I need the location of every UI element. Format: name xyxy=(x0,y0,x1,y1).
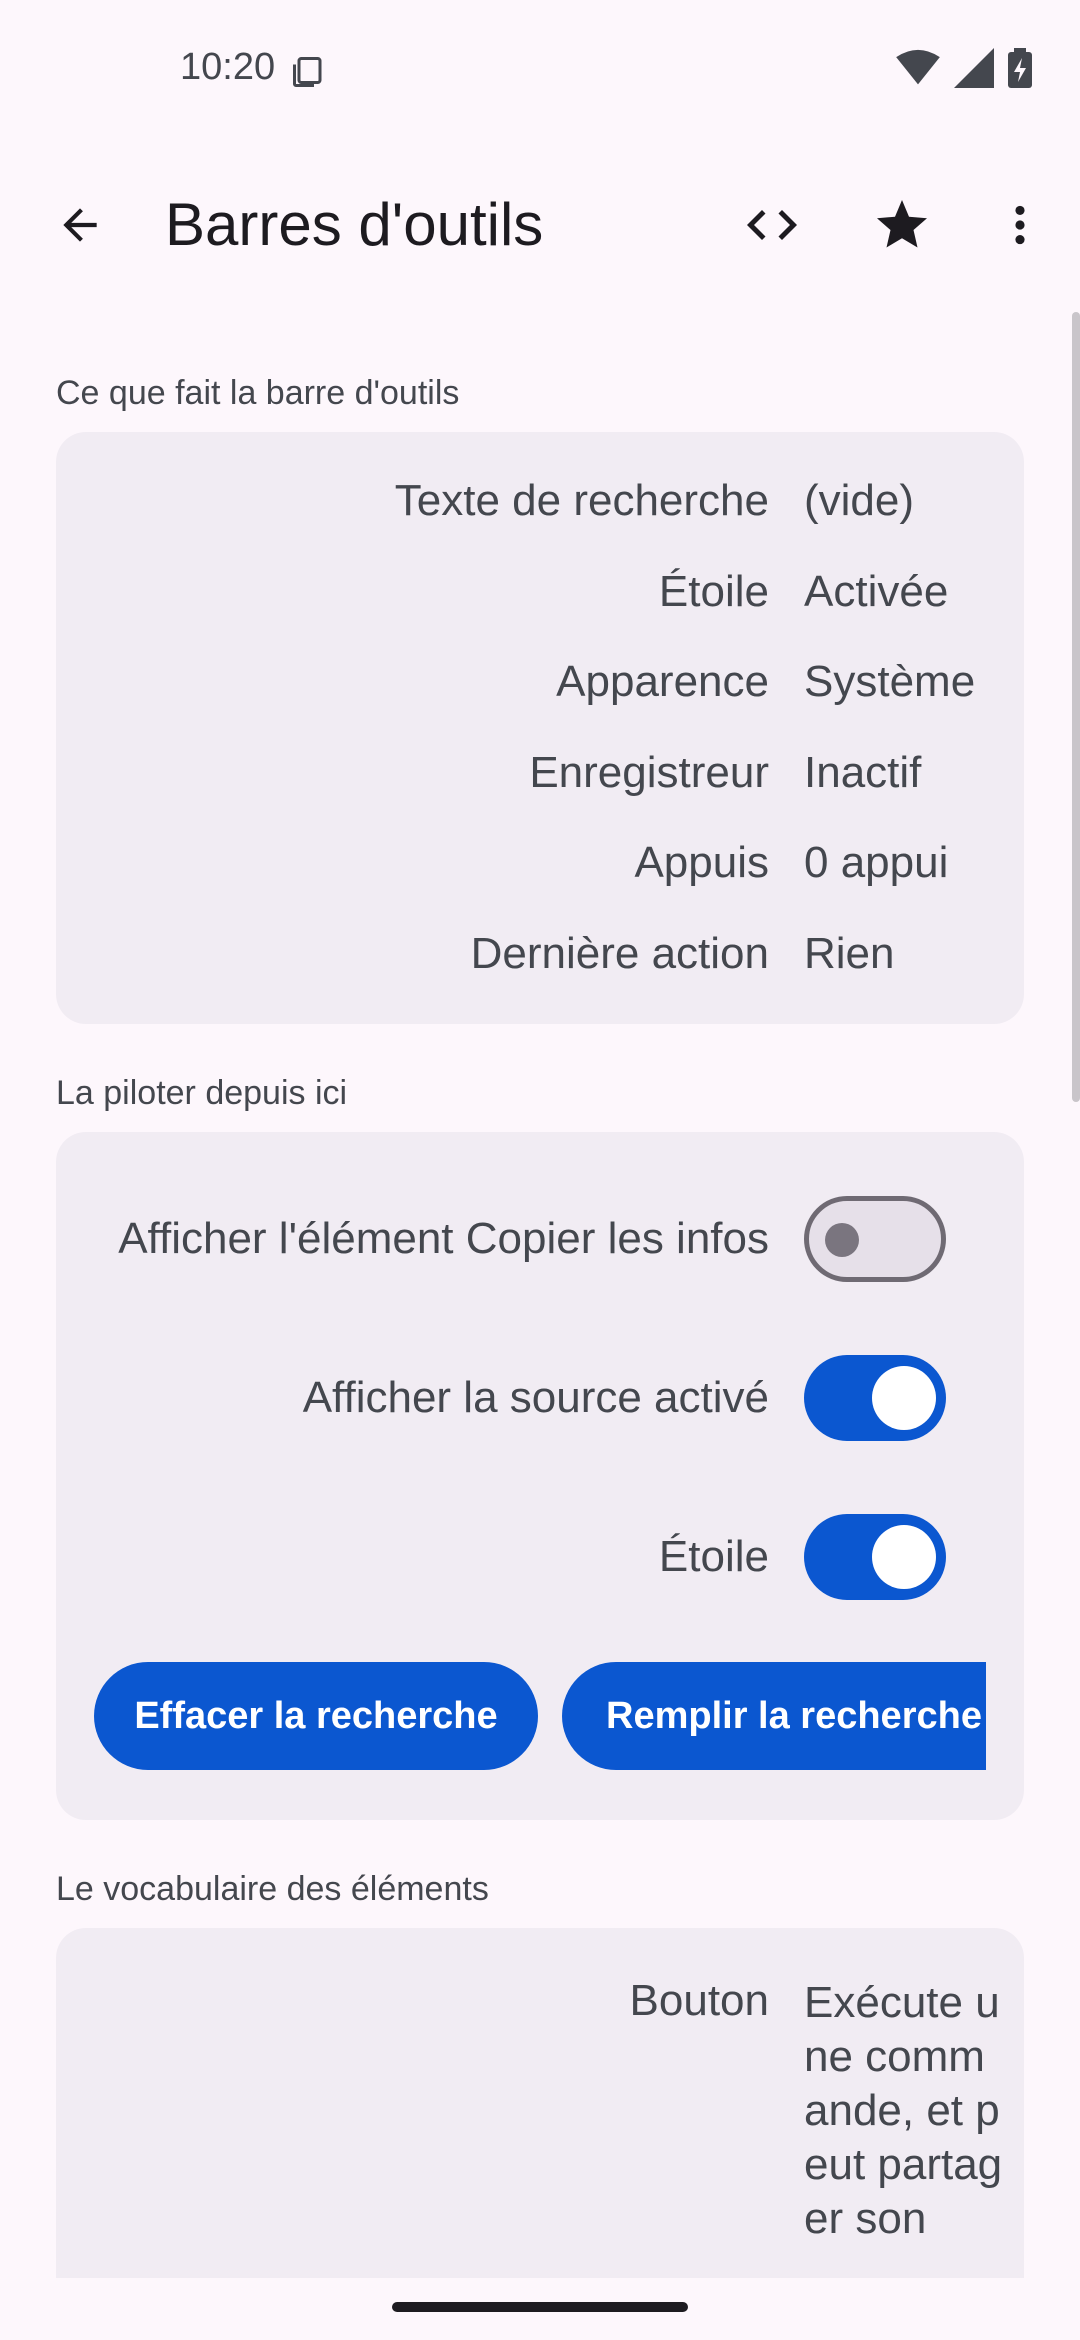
toggle-row-star: Étoile xyxy=(56,1506,1024,1606)
info-key: Dernière action xyxy=(470,929,769,978)
section-label-control: La piloter depuis ici xyxy=(56,1074,348,1112)
code-icon xyxy=(747,210,797,240)
wifi-icon xyxy=(896,48,940,93)
star-icon xyxy=(877,200,927,248)
info-key: Appuis xyxy=(634,838,769,887)
scrollbar[interactable] xyxy=(1072,312,1080,1102)
switch-knob xyxy=(872,1366,936,1430)
view-source-button[interactable] xyxy=(732,185,812,265)
status-time: 10:20 xyxy=(180,46,276,88)
more-vert-icon xyxy=(1015,205,1025,245)
top-app-bar: Barres d'outils xyxy=(0,160,1080,290)
vocabulary-card: Bouton Exécute une commande, et peut par… xyxy=(56,1928,1024,2278)
info-row: Enregistreur Inactif xyxy=(56,748,1024,818)
info-value: Activée xyxy=(804,567,949,616)
info-value: Système xyxy=(804,657,976,706)
info-row: Étoile Activée xyxy=(56,567,1024,637)
home-indicator[interactable] xyxy=(392,2302,688,2312)
toggle-row-source: Afficher la source activé xyxy=(56,1347,1024,1447)
section-label-vocab: Le vocabulaire des éléments xyxy=(56,1870,489,1908)
battery-charging-icon xyxy=(1008,48,1032,93)
toggle-label: Étoile xyxy=(658,1532,769,1581)
screen-record-icon xyxy=(290,54,326,95)
toggle-row-copy-info: Afficher l'élément Copier les infos xyxy=(56,1188,1024,1288)
more-options-button[interactable] xyxy=(980,185,1060,265)
info-key: Étoile xyxy=(658,567,769,616)
fill-search-button[interactable]: Remplir la recherche xyxy=(562,1662,1024,1770)
info-row: Dernière action Rien xyxy=(56,929,1024,999)
info-value: Inactif xyxy=(804,748,922,797)
clear-search-button[interactable]: Effacer la recherche xyxy=(94,1662,538,1770)
star-switch[interactable] xyxy=(804,1514,946,1600)
info-value: 0 appui xyxy=(804,838,949,887)
show-source-switch[interactable] xyxy=(804,1355,946,1441)
toggle-label: Afficher l'élément Copier les infos xyxy=(118,1214,769,1263)
status-bar: 10:20 xyxy=(0,0,1080,140)
info-key: Enregistreur xyxy=(529,748,769,797)
info-row: Texte de recherche (vide) xyxy=(56,476,1024,546)
status-card: Texte de recherche (vide) Étoile Activée… xyxy=(56,432,1024,1024)
controls-card: Afficher l'élément Copier les infos Affi… xyxy=(56,1132,1024,1820)
card-clip xyxy=(986,1652,1024,1782)
info-value: (vide) xyxy=(804,476,915,525)
signal-icon xyxy=(954,48,994,93)
copy-info-switch[interactable] xyxy=(804,1196,946,1282)
page-title: Barres d'outils xyxy=(165,191,544,258)
vocab-definition: Exécute une commande, et peut partager s… xyxy=(804,1978,1003,2243)
star-button[interactable] xyxy=(862,185,942,265)
vocab-term: Bouton xyxy=(629,1976,769,2025)
back-button[interactable] xyxy=(40,185,120,265)
toggle-label: Afficher la source activé xyxy=(302,1373,769,1422)
info-key: Texte de recherche xyxy=(394,476,769,525)
switch-knob xyxy=(872,1525,936,1589)
section-label-what: Ce que fait la barre d'outils xyxy=(56,374,460,412)
info-value: Rien xyxy=(804,929,895,978)
arrow-back-icon xyxy=(63,208,97,242)
info-row: Apparence Système xyxy=(56,657,1024,727)
info-row: Appuis 0 appui xyxy=(56,838,1024,908)
switch-knob xyxy=(825,1223,859,1257)
info-key: Apparence xyxy=(556,657,769,706)
